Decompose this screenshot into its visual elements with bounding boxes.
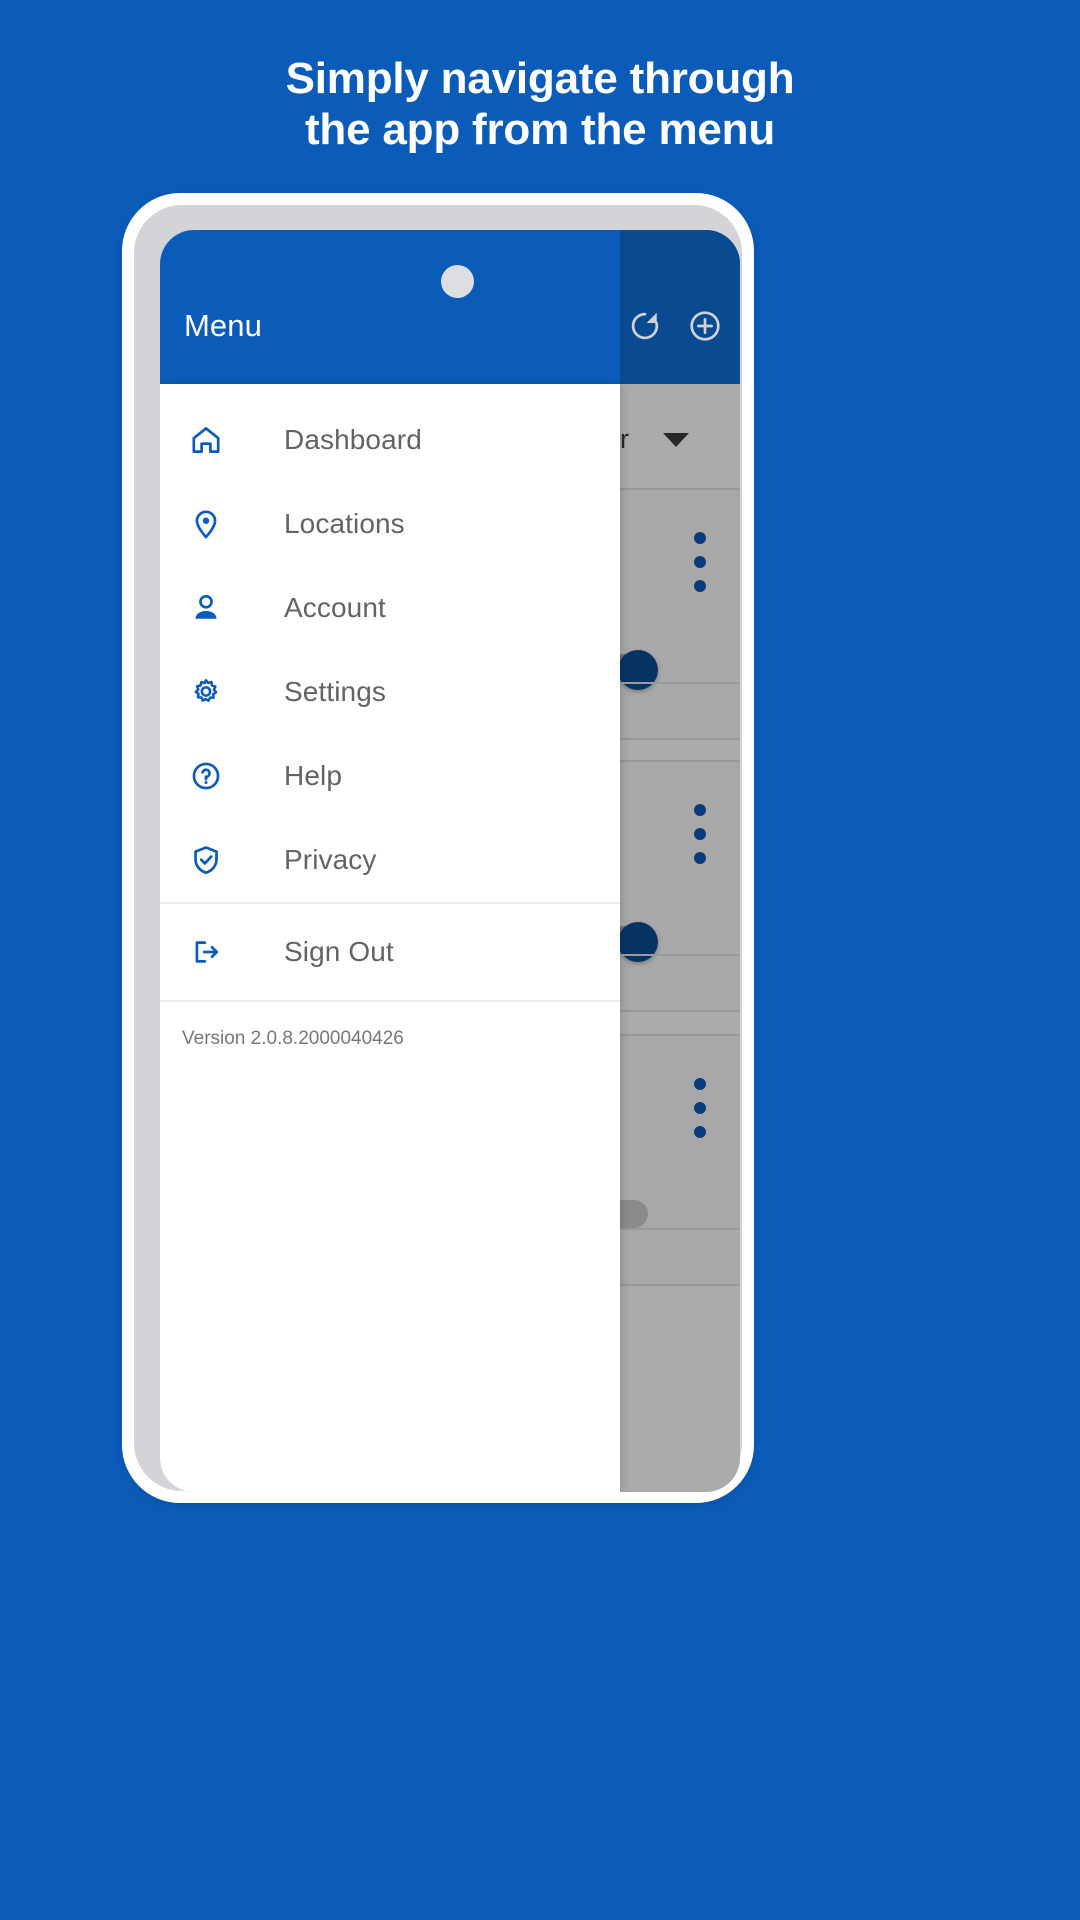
promo-headline-line-1: Simply navigate through bbox=[285, 54, 795, 103]
sign-out-button[interactable]: Sign Out bbox=[160, 904, 620, 1000]
phone-screen: Order Menu bbox=[160, 230, 740, 1492]
gear-icon bbox=[182, 668, 230, 716]
app-bar: Menu bbox=[160, 230, 740, 384]
sign-out-icon bbox=[182, 928, 230, 976]
phone-mockup-frame: Order Menu bbox=[122, 193, 754, 1503]
sidebar-item-account[interactable]: Account bbox=[160, 566, 620, 650]
sidebar-item-label: Settings bbox=[284, 676, 386, 707]
navigation-drawer: Dashboard Locations Account Settings Hel… bbox=[160, 384, 620, 1492]
drawer-menu-list: Dashboard Locations Account Settings Hel… bbox=[160, 384, 620, 902]
sidebar-item-label: Privacy bbox=[284, 844, 377, 875]
app-version-label: Version 2.0.8.2000040426 bbox=[182, 1028, 404, 1049]
sidebar-item-label: Help bbox=[284, 760, 342, 791]
sidebar-item-privacy[interactable]: Privacy bbox=[160, 818, 620, 902]
camera-punch-hole bbox=[441, 265, 474, 298]
phone-bezel: Order Menu bbox=[134, 205, 742, 1492]
sidebar-item-settings[interactable]: Settings bbox=[160, 650, 620, 734]
person-icon bbox=[182, 584, 230, 632]
sidebar-item-label: Account bbox=[284, 592, 386, 623]
promo-headline-line-2: the app from the menu bbox=[304, 104, 776, 154]
home-icon bbox=[182, 416, 230, 464]
location-pin-icon bbox=[182, 500, 230, 548]
sidebar-item-locations[interactable]: Locations bbox=[160, 482, 620, 566]
sign-out-label: Sign Out bbox=[284, 936, 394, 967]
question-circle-icon bbox=[182, 752, 230, 800]
sidebar-item-label: Locations bbox=[284, 508, 405, 539]
refresh-icon[interactable] bbox=[626, 307, 664, 345]
sidebar-item-help[interactable]: Help bbox=[160, 734, 620, 818]
shield-check-icon bbox=[182, 836, 230, 884]
promo-headline: Simply navigate through the app from the… bbox=[0, 54, 1080, 155]
app-bar-actions bbox=[626, 307, 724, 345]
sidebar-item-dashboard[interactable]: Dashboard bbox=[160, 398, 620, 482]
app-bar-title: Menu bbox=[184, 308, 262, 343]
add-circle-icon[interactable] bbox=[686, 307, 724, 345]
sidebar-item-label: Dashboard bbox=[284, 424, 422, 455]
